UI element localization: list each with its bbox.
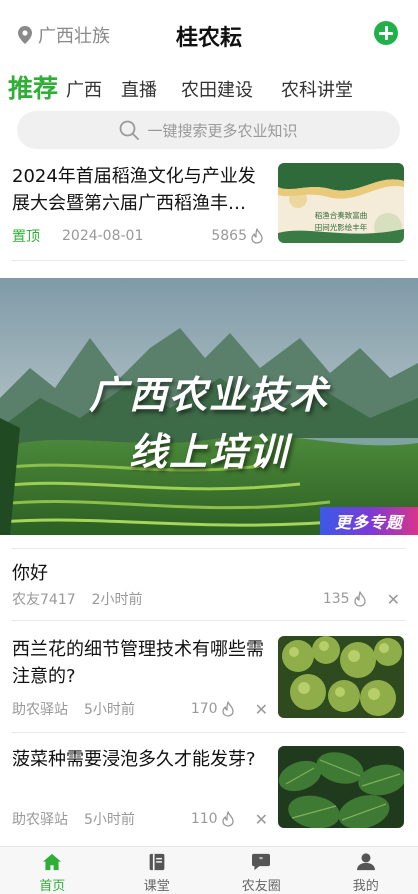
- tab-live[interactable]: 直播: [121, 78, 157, 104]
- nav-label: 农友圈: [241, 879, 281, 894]
- post-views: 135: [322, 591, 350, 607]
- app-title: 桂农耘: [175, 26, 242, 51]
- post-author: 助农驿站: [12, 702, 68, 718]
- banner-title-line1: 广西农业技术: [88, 373, 329, 417]
- close-icon[interactable]: ✕: [255, 700, 268, 719]
- post-meta: 助农驿站 5小时前 110 ✕: [12, 809, 272, 829]
- nav-label: 我的: [352, 879, 379, 894]
- post-title: 你好: [12, 563, 48, 584]
- featured-thumbnail: 稻渔合奏致富曲 田间光影绘丰年: [278, 163, 404, 243]
- nav-classroom[interactable]: 课堂: [105, 847, 210, 894]
- flame-icon: [251, 228, 263, 244]
- post-author: 助农驿站: [12, 812, 68, 828]
- tab-farmland[interactable]: 农田建设: [181, 78, 253, 104]
- training-banner[interactable]: 广西农业技术 线上培训 更多专题: [0, 278, 418, 535]
- tab-agri-lecture[interactable]: 农科讲堂: [281, 78, 353, 104]
- category-tabs: 推荐 广西 直播 农田建设 农科讲堂: [8, 70, 408, 104]
- search-icon: [120, 120, 140, 140]
- nav-home[interactable]: 首页: [0, 847, 105, 894]
- pinned-badge: 置顶: [12, 229, 40, 245]
- chat-bubble-icon: ": [252, 853, 271, 871]
- flame-icon: [221, 701, 234, 717]
- banner-title-line2: 线上培训: [128, 430, 289, 474]
- featured-date: 2024-08-01: [62, 228, 144, 244]
- nav-profile[interactable]: 我的: [314, 847, 418, 894]
- list-item[interactable]: 菠菜种需要浸泡多久才能发芽? 助农驿站 5小时前 110 ✕: [12, 746, 406, 836]
- search-placeholder: 一键搜索更多农业知识: [147, 121, 298, 140]
- post-time: 5小时前: [84, 812, 135, 828]
- more-topics-button[interactable]: 更多专题: [320, 507, 418, 535]
- divider: [12, 548, 406, 549]
- top-bar: 广西壮族 桂农耘: [0, 0, 418, 66]
- divider: [12, 260, 406, 261]
- list-item[interactable]: 西兰花的细节管理技术有哪些需注意的? 助农驿站 5小时前 170 ✕: [12, 636, 406, 726]
- broccoli-thumbnail: [278, 636, 404, 718]
- svg-text:": ": [259, 855, 263, 865]
- tab-guangxi[interactable]: 广西: [66, 78, 102, 104]
- divider: [12, 732, 406, 733]
- post-views: 110: [190, 811, 218, 827]
- post-meta: 助农驿站 5小时前 170 ✕: [12, 699, 272, 719]
- user-icon: [356, 853, 375, 871]
- divider: [12, 620, 406, 621]
- post-views: 170: [190, 701, 218, 717]
- close-icon[interactable]: ✕: [255, 810, 268, 829]
- nav-community[interactable]: " 农友圈: [209, 847, 314, 894]
- flame-icon: [353, 591, 366, 607]
- book-icon: [149, 853, 165, 871]
- close-icon[interactable]: ✕: [387, 590, 400, 609]
- tab-recommend[interactable]: 推荐: [8, 74, 58, 104]
- search-bar[interactable]: 一键搜索更多农业知识: [17, 111, 400, 149]
- nav-label: 首页: [39, 879, 66, 894]
- flame-icon: [221, 811, 234, 827]
- featured-article[interactable]: 2024年首届稻渔文化与产业发展大会暨第六届广西稻渔丰… 置顶 2024-08-…: [12, 163, 406, 253]
- thumb-caption-2: 田间光影绘丰年: [315, 222, 368, 232]
- featured-meta: 置顶 2024-08-01 5865: [12, 226, 264, 246]
- list-item[interactable]: 你好 农友7417 2小时前 135 ✕: [12, 560, 406, 614]
- post-time: 2小时前: [91, 592, 143, 608]
- featured-views: 5865: [211, 228, 247, 244]
- thumb-caption-1: 稻渔合奏致富曲: [315, 210, 368, 220]
- spinach-thumbnail: [278, 746, 404, 828]
- post-author: 农友7417: [12, 592, 76, 608]
- bottom-nav: 首页 课堂 " 农友圈 我的: [0, 846, 418, 894]
- post-title: 西兰花的细节管理技术有哪些需注意的?: [12, 639, 264, 687]
- home-icon: [43, 853, 62, 871]
- post-title: 菠菜种需要浸泡多久才能发芽?: [12, 749, 256, 770]
- nav-label: 课堂: [143, 879, 170, 894]
- featured-title: 2024年首届稻渔文化与产业发展大会暨第六届广西稻渔丰…: [12, 166, 256, 214]
- plus-circle-icon[interactable]: [374, 21, 398, 45]
- post-time: 5小时前: [84, 702, 135, 718]
- post-meta: 农友7417 2小时前 135 ✕: [12, 589, 406, 609]
